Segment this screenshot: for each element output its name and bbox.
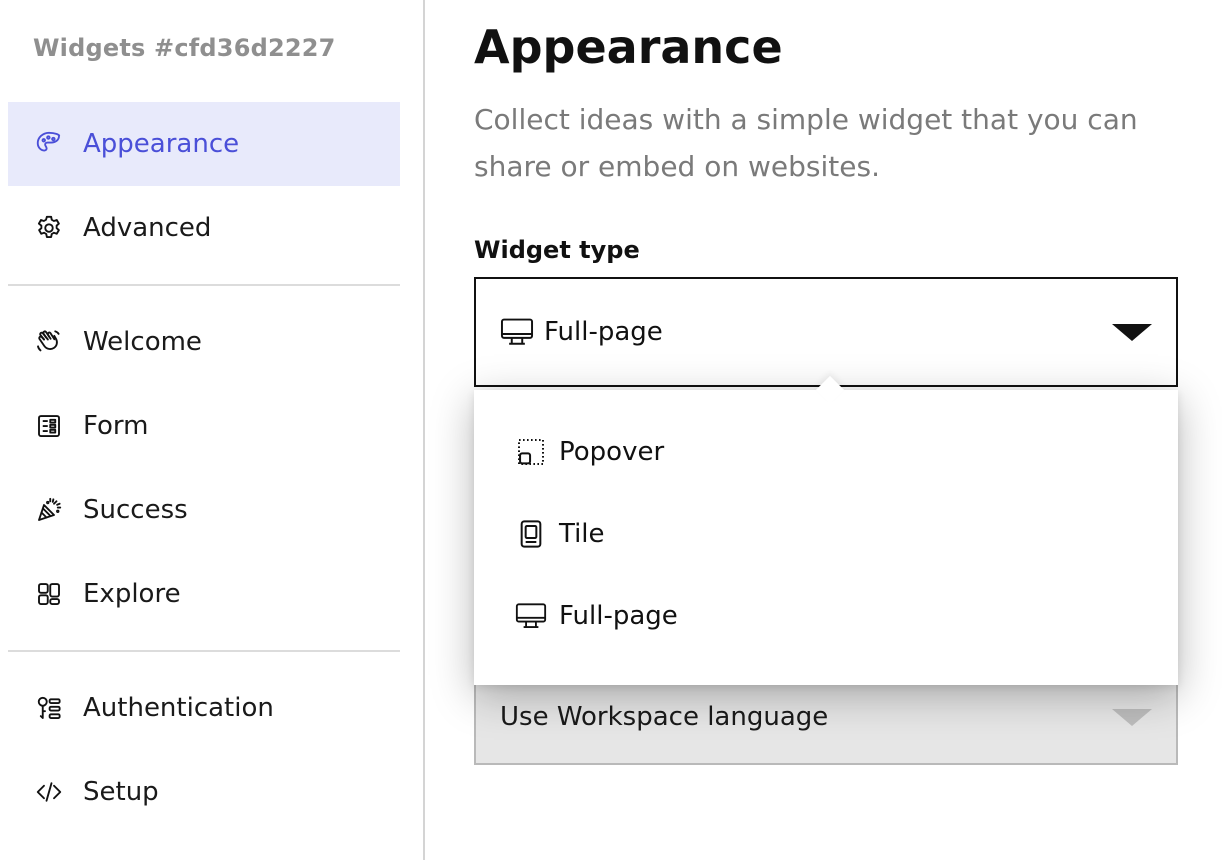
sidebar-item-label: Appearance — [83, 129, 240, 159]
sidebar: Widgets #cfd36d2227 Appearance Advanced — [0, 0, 425, 860]
language-select-value: Use Workspace language — [500, 702, 829, 732]
option-label: Tile — [559, 519, 605, 549]
sidebar-item-label: Success — [83, 495, 188, 525]
sidebar-divider — [8, 650, 400, 652]
form-icon — [33, 410, 65, 442]
sidebar-item-label: Setup — [83, 777, 159, 807]
code-icon — [33, 776, 65, 808]
sidebar-item-success[interactable]: Success — [8, 468, 400, 552]
sidebar-item-label: Authentication — [83, 693, 274, 723]
chevron-down-icon — [1112, 709, 1152, 726]
page-description: Collect ideas with a simple widget that … — [474, 103, 1138, 183]
monitor-icon — [514, 599, 548, 633]
page: Widgets #cfd36d2227 Appearance Advanced — [0, 0, 1222, 860]
widget-type-dropdown: Popover Tile Full-page — [474, 375, 1178, 685]
party-popper-icon — [33, 494, 65, 526]
page-title: Appearance — [474, 20, 783, 74]
sidebar-item-label: Explore — [83, 579, 181, 609]
sidebar-item-appearance[interactable]: Appearance — [8, 102, 400, 186]
gear-icon — [33, 212, 65, 244]
sidebar-divider — [8, 284, 400, 286]
sidebar-item-label: Welcome — [83, 327, 202, 357]
sidebar-item-label: Advanced — [83, 213, 212, 243]
sidebar-item-advanced[interactable]: Advanced — [8, 186, 400, 270]
sidebar-title: Widgets #cfd36d2227 — [33, 34, 336, 62]
option-label: Full-page — [559, 601, 678, 631]
option-tile[interactable]: Tile — [474, 493, 1178, 575]
monitor-icon — [500, 315, 534, 349]
grid-icon — [33, 578, 65, 610]
sidebar-item-label: Form — [83, 411, 149, 441]
widget-type-label: Widget type — [474, 236, 640, 264]
palette-icon — [33, 128, 65, 160]
sidebar-item-setup[interactable]: Setup — [8, 750, 400, 834]
option-label: Popover — [559, 437, 665, 467]
widget-type-select[interactable]: Full-page — [474, 277, 1178, 387]
sidebar-item-explore[interactable]: Explore — [8, 552, 400, 636]
option-popover[interactable]: Popover — [474, 411, 1178, 493]
key-list-icon — [33, 692, 65, 724]
option-full-page[interactable]: Full-page — [474, 575, 1178, 657]
sidebar-item-form[interactable]: Form — [8, 384, 400, 468]
chevron-down-icon — [1112, 324, 1152, 341]
sidebar-item-authentication[interactable]: Authentication — [8, 666, 400, 750]
sidebar-item-welcome[interactable]: Welcome — [8, 300, 400, 384]
tile-icon — [514, 517, 548, 551]
waving-hand-icon — [33, 326, 65, 358]
widget-type-value: Full-page — [544, 317, 663, 347]
popover-icon — [514, 435, 548, 469]
